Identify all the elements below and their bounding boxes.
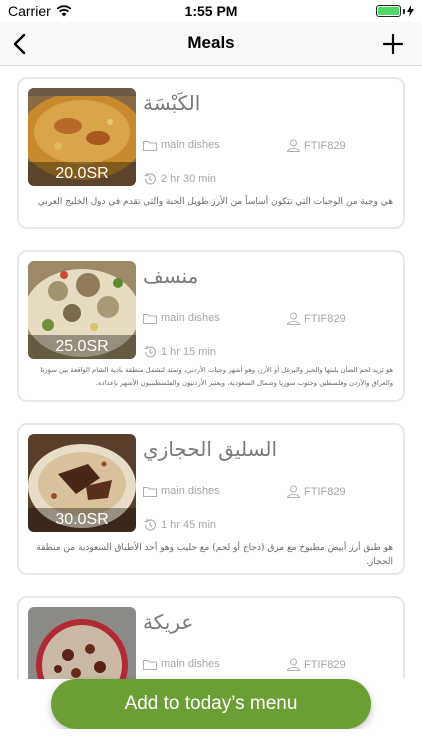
plus-icon [382, 33, 404, 55]
meal-name: السليق الحجازي [143, 437, 278, 461]
history-icon [144, 519, 157, 531]
meal-description: هو طبق أرز أبيض مطبوخ مع مرق (دجاج أو لح… [36, 543, 393, 567]
meal-card[interactable]: 20.0SR الكَبْسَة main dishes FTIF829 2 h… [17, 77, 405, 229]
meal-category: main dishes [143, 312, 220, 324]
meal-chef: FTIF829 [287, 658, 346, 671]
user-icon [287, 485, 300, 498]
battery-icon [376, 5, 414, 17]
meal-name: الكَبْسَة [143, 91, 201, 115]
meal-chef: FTIF829 [287, 485, 346, 498]
meal-chef: FTIF829 [287, 312, 346, 325]
status-bar: Carrier 1:55 PM [0, 0, 422, 22]
charging-icon [407, 5, 414, 17]
add-to-todays-menu-button[interactable]: Add to today’s menu [51, 679, 371, 729]
meal-duration: 1 hr 45 min [143, 518, 216, 532]
meal-price: 20.0SR [28, 162, 136, 186]
meal-photo: 30.0SR [28, 434, 136, 532]
meal-chef: FTIF829 [287, 139, 346, 152]
meal-code-label: FTIF829 [304, 312, 346, 325]
meal-price: 30.0SR [28, 508, 136, 532]
meal-duration: 1 hr 15 min [143, 345, 216, 359]
meal-code-label: FTIF829 [304, 485, 346, 498]
history-icon [144, 173, 157, 185]
user-icon [287, 139, 300, 152]
history-icon [144, 346, 157, 358]
meal-duration-label: 1 hr 45 min [161, 519, 217, 531]
meal-card[interactable]: 30.0SR السليق الحجازي main dishes FTIF82… [17, 423, 405, 575]
meal-name: عريكة [143, 610, 194, 634]
meal-category-label: main dishes [161, 139, 220, 151]
clock: 1:55 PM [184, 3, 238, 19]
meal-code-label: FTIF829 [304, 658, 346, 671]
meal-category-label: main dishes [161, 312, 220, 324]
add-meal-button[interactable] [378, 28, 408, 60]
navigation-bar: Meals [0, 22, 422, 66]
meal-code-label: FTIF829 [304, 139, 346, 152]
bottom-safe-area [0, 729, 422, 750]
meal-description: هو ثريد لحم الضأن بلبنها والخبز والبرغل … [40, 366, 393, 387]
meal-photo: 25.0SR [28, 261, 136, 359]
meal-photo: 20.0SR [28, 88, 136, 186]
meal-category: main dishes [143, 139, 220, 151]
meal-duration: 2 hr 30 min [143, 172, 216, 186]
user-icon [287, 658, 300, 671]
page-title: Meals [187, 33, 235, 52]
folder-icon [143, 313, 157, 324]
meal-duration-label: 2 hr 30 min [161, 173, 217, 185]
folder-icon [143, 486, 157, 497]
meal-photo [28, 607, 136, 679]
meals-list[interactable]: 20.0SR الكَبْسَة main dishes FTIF829 2 h… [0, 67, 422, 679]
meal-category-label: main dishes [161, 658, 220, 670]
meal-category-label: main dishes [161, 485, 220, 497]
meal-card[interactable]: 25.0SR منسف main dishes FTIF829 1 hr 15 … [17, 250, 405, 402]
meal-card[interactable]: عريكة main dishes FTIF829 [17, 596, 405, 679]
meal-category: main dishes [143, 485, 220, 497]
meal-name: منسف [143, 264, 199, 288]
meal-description: هي وجبة من الوجبات التي تتكون أساساً من … [37, 197, 393, 207]
folder-icon [143, 659, 157, 670]
meal-duration-label: 1 hr 15 min [161, 346, 217, 358]
meal-price: 25.0SR [28, 335, 136, 359]
user-icon [287, 312, 300, 325]
folder-icon [143, 140, 157, 151]
meal-category: main dishes [143, 658, 220, 670]
